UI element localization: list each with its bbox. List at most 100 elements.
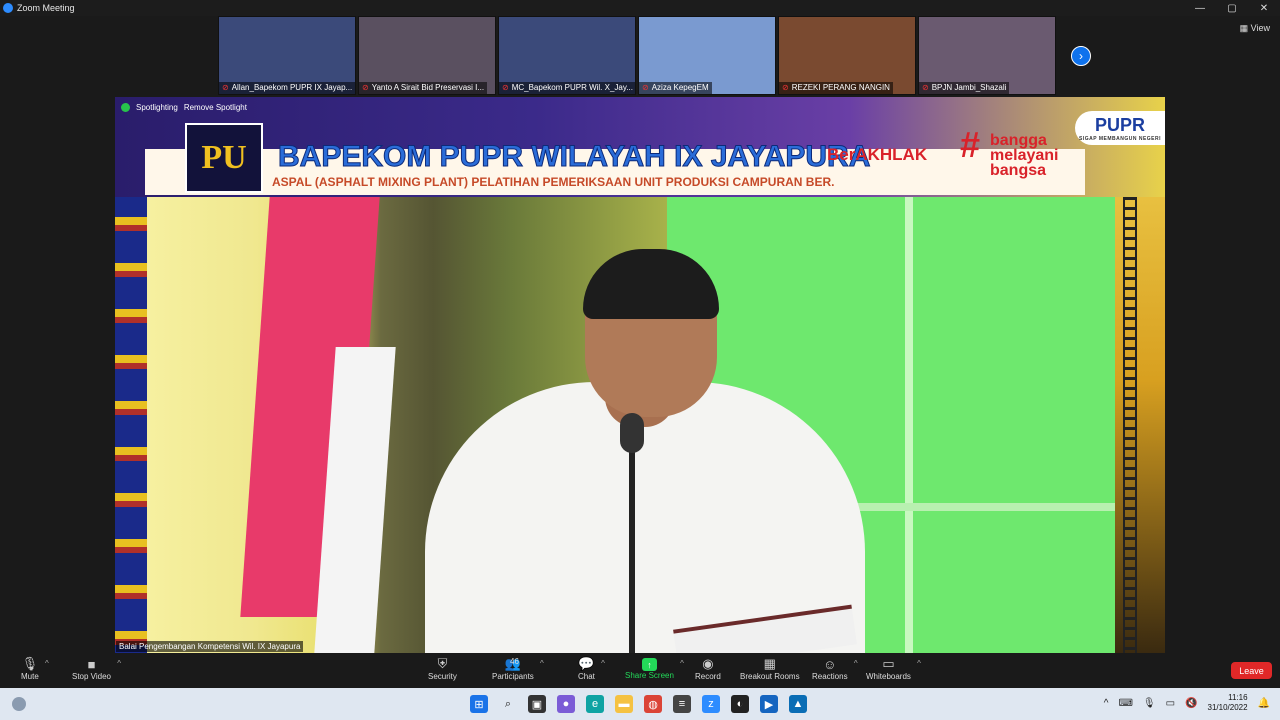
- chevron-up-icon[interactable]: ^: [1104, 698, 1109, 709]
- chevron-up-icon[interactable]: ^: [680, 659, 684, 668]
- obs-icon[interactable]: ◐: [731, 695, 749, 713]
- share-arrow-icon: ↑: [641, 658, 657, 671]
- meeting-area: ⊘ Allan_Bapekom PUPR IX Jayap... ⊘ Yanto A …: [0, 16, 1280, 654]
- next-page-button[interactable]: ›: [1071, 46, 1091, 66]
- spotlight-controls: Spotlighting Remove Spotlight: [121, 103, 247, 112]
- participant-name-tag: ⊘ Yanto A Sirait Bid Preservasi I...: [359, 82, 488, 94]
- microphone-icon[interactable]: 🎙: [1143, 698, 1156, 709]
- pu-logo-icon: PU: [185, 123, 263, 193]
- search-icon[interactable]: ⌕: [499, 695, 517, 713]
- media-player-icon[interactable]: ▶: [760, 695, 778, 713]
- participant-strip: ⊘ Allan_Bapekom PUPR IX Jayap... ⊘ Yanto A …: [218, 16, 1056, 95]
- notification-icon[interactable]: 🔔: [1258, 698, 1270, 709]
- chevron-up-icon[interactable]: ^: [601, 659, 605, 668]
- participant-tile[interactable]: ⊘ BPJN Jambi_Shazali: [918, 16, 1056, 95]
- participant-name: Allan_Bapekom PUPR IX Jayap...: [231, 83, 353, 92]
- meeting-toolbar: 🎙 Mute ^ ■ Stop Video ^ ⛨ Security 👥 46 …: [0, 654, 1280, 688]
- clock-date: 31/10/2022: [1207, 703, 1248, 712]
- muted-mic-icon: ⊘: [642, 83, 649, 92]
- participant-name-tag: ⊘ REZEKI PERANG NANGIN: [779, 82, 893, 94]
- spotlight-video[interactable]: PU BAPEKOM PUPR WILAYAH IX JAYAPURA ASPA…: [115, 97, 1165, 653]
- pupr-logo: PUPR SIGAP MEMBANGUN NEGERI: [1075, 111, 1165, 145]
- smiley-icon: ☺: [823, 656, 837, 672]
- participant-tile[interactable]: ⊘ Aziza KepegEM: [638, 16, 776, 95]
- chevron-up-icon[interactable]: ^: [45, 659, 49, 668]
- bangga-word-3: bangsa: [990, 162, 1047, 179]
- muted-mic-icon: ⊘: [782, 83, 789, 92]
- record-icon: ◉: [702, 656, 714, 671]
- display-icon[interactable]: ▭: [1166, 698, 1175, 709]
- record-button[interactable]: ◉ Record: [695, 656, 721, 681]
- banner-subtitle: ASPAL (ASPHALT MIXING PLANT) PELATIHAN P…: [272, 175, 835, 189]
- clock[interactable]: 11:16 31/10/2022: [1208, 693, 1248, 713]
- reactions-button[interactable]: ☺ Reactions ^: [812, 656, 858, 682]
- spotlighting-label: Spotlighting: [136, 103, 178, 112]
- chrome-icon[interactable]: ◍: [644, 695, 662, 713]
- minimize-button[interactable]: —: [1184, 0, 1216, 16]
- file-explorer-icon[interactable]: ▬: [615, 695, 633, 713]
- participant-tile[interactable]: ⊘ MC_Bapekom PUPR Wil. X_Jay...: [498, 16, 636, 95]
- volume-muted-icon[interactable]: 🔇: [1185, 698, 1197, 709]
- window-titlebar: Zoom Meeting — ▢ ✕: [0, 0, 1280, 16]
- green-divider-vertical: [905, 197, 913, 653]
- security-button[interactable]: ⛨ Security: [428, 656, 457, 681]
- chat-label: Chat: [578, 672, 595, 681]
- chevron-up-icon[interactable]: ^: [917, 659, 921, 668]
- banner-title: BAPEKOM PUPR WILAYAH IX JAYAPURA: [277, 140, 871, 174]
- chevron-up-icon[interactable]: ^: [854, 659, 858, 668]
- leave-button[interactable]: Leave: [1231, 662, 1272, 679]
- participants-count: 46: [510, 657, 519, 666]
- participant-name: Yanto A Sirait Bid Preservasi I...: [371, 83, 485, 92]
- restore-button[interactable]: ▢: [1216, 0, 1248, 16]
- participant-tile[interactable]: ⊘ Allan_Bapekom PUPR IX Jayap...: [218, 16, 356, 95]
- chevron-up-icon[interactable]: ^: [540, 659, 544, 668]
- edge-icon[interactable]: e: [586, 695, 604, 713]
- mute-button[interactable]: 🎙 Mute ^: [21, 656, 49, 681]
- microphone: [620, 413, 644, 453]
- share-screen-label: Share Screen: [625, 671, 674, 680]
- zoom-taskbar-icon[interactable]: z: [702, 695, 720, 713]
- bangga-word-2: melayani: [990, 147, 1059, 164]
- participant-tile[interactable]: ⊘ Yanto A Sirait Bid Preservasi I...: [358, 16, 496, 95]
- participant-name-tag: ⊘ Aziza KepegEM: [639, 82, 712, 94]
- microphone-stand: [629, 447, 635, 653]
- share-screen-button[interactable]: ↑ Share Screen ^: [625, 656, 684, 680]
- mute-label: Mute: [21, 672, 39, 681]
- muted-mic-icon: ⊘: [222, 83, 229, 92]
- weather-icon[interactable]: [12, 697, 26, 711]
- whiteboards-label: Whiteboards: [866, 672, 911, 681]
- reactions-label: Reactions: [812, 672, 848, 681]
- chat-button[interactable]: 💬 Chat ^: [578, 656, 605, 681]
- participant-name-tag: ⊘ MC_Bapekom PUPR Wil. X_Jay...: [499, 82, 635, 94]
- teams-chat-icon[interactable]: ●: [557, 695, 575, 713]
- view-button[interactable]: ▦ View: [1240, 23, 1270, 34]
- video-name-tag: Balai Pengembangan Kompetensi Wil. IX Ja…: [116, 641, 304, 652]
- spotlight-shield-icon: [121, 103, 130, 112]
- view-label: View: [1250, 23, 1270, 33]
- stop-video-label: Stop Video: [72, 672, 111, 681]
- whiteboards-button[interactable]: ▭ Whiteboards ^: [866, 656, 921, 681]
- remove-spotlight-button[interactable]: Remove Spotlight: [184, 103, 247, 112]
- participant-tile[interactable]: ⊘ REZEKI PERANG NANGIN: [778, 16, 916, 95]
- pupr-tagline: SIGAP MEMBANGUN NEGERI: [1078, 135, 1162, 142]
- start-icon[interactable]: ⊞: [470, 695, 488, 713]
- close-button[interactable]: ✕: [1248, 0, 1280, 16]
- participants-label: Participants: [492, 672, 534, 681]
- notepad-icon[interactable]: ≡: [673, 695, 691, 713]
- photos-icon[interactable]: ▲: [789, 695, 807, 713]
- chevron-up-icon[interactable]: ^: [117, 659, 121, 668]
- grid-icon: ▦: [763, 656, 776, 671]
- microphone-icon: 🎙: [21, 656, 39, 671]
- system-tray: ^ ⌨ 🎙 ▭ 🔇 11:16 31/10/2022 🔔: [1104, 693, 1270, 713]
- stop-video-button[interactable]: ■ Stop Video ^: [72, 656, 121, 682]
- window-title: Zoom Meeting: [17, 3, 75, 13]
- participant-name: BPJN Jambi_Shazali: [931, 83, 1007, 92]
- muted-mic-icon: ⊘: [362, 83, 369, 92]
- breakout-rooms-button[interactable]: ▦ Breakout Rooms: [740, 656, 800, 681]
- taskbar-apps: ⊞ ⌕ ▣ ● e ▬ ◍ ≡ z ◐ ▶ ▲: [470, 695, 807, 713]
- participants-button[interactable]: 👥 46 Participants ^: [492, 656, 544, 681]
- keyboard-icon[interactable]: ⌨: [1118, 698, 1132, 709]
- batik-border: [115, 197, 147, 653]
- task-view-icon[interactable]: ▣: [528, 695, 546, 713]
- bangga-word-1: bangga: [990, 132, 1047, 149]
